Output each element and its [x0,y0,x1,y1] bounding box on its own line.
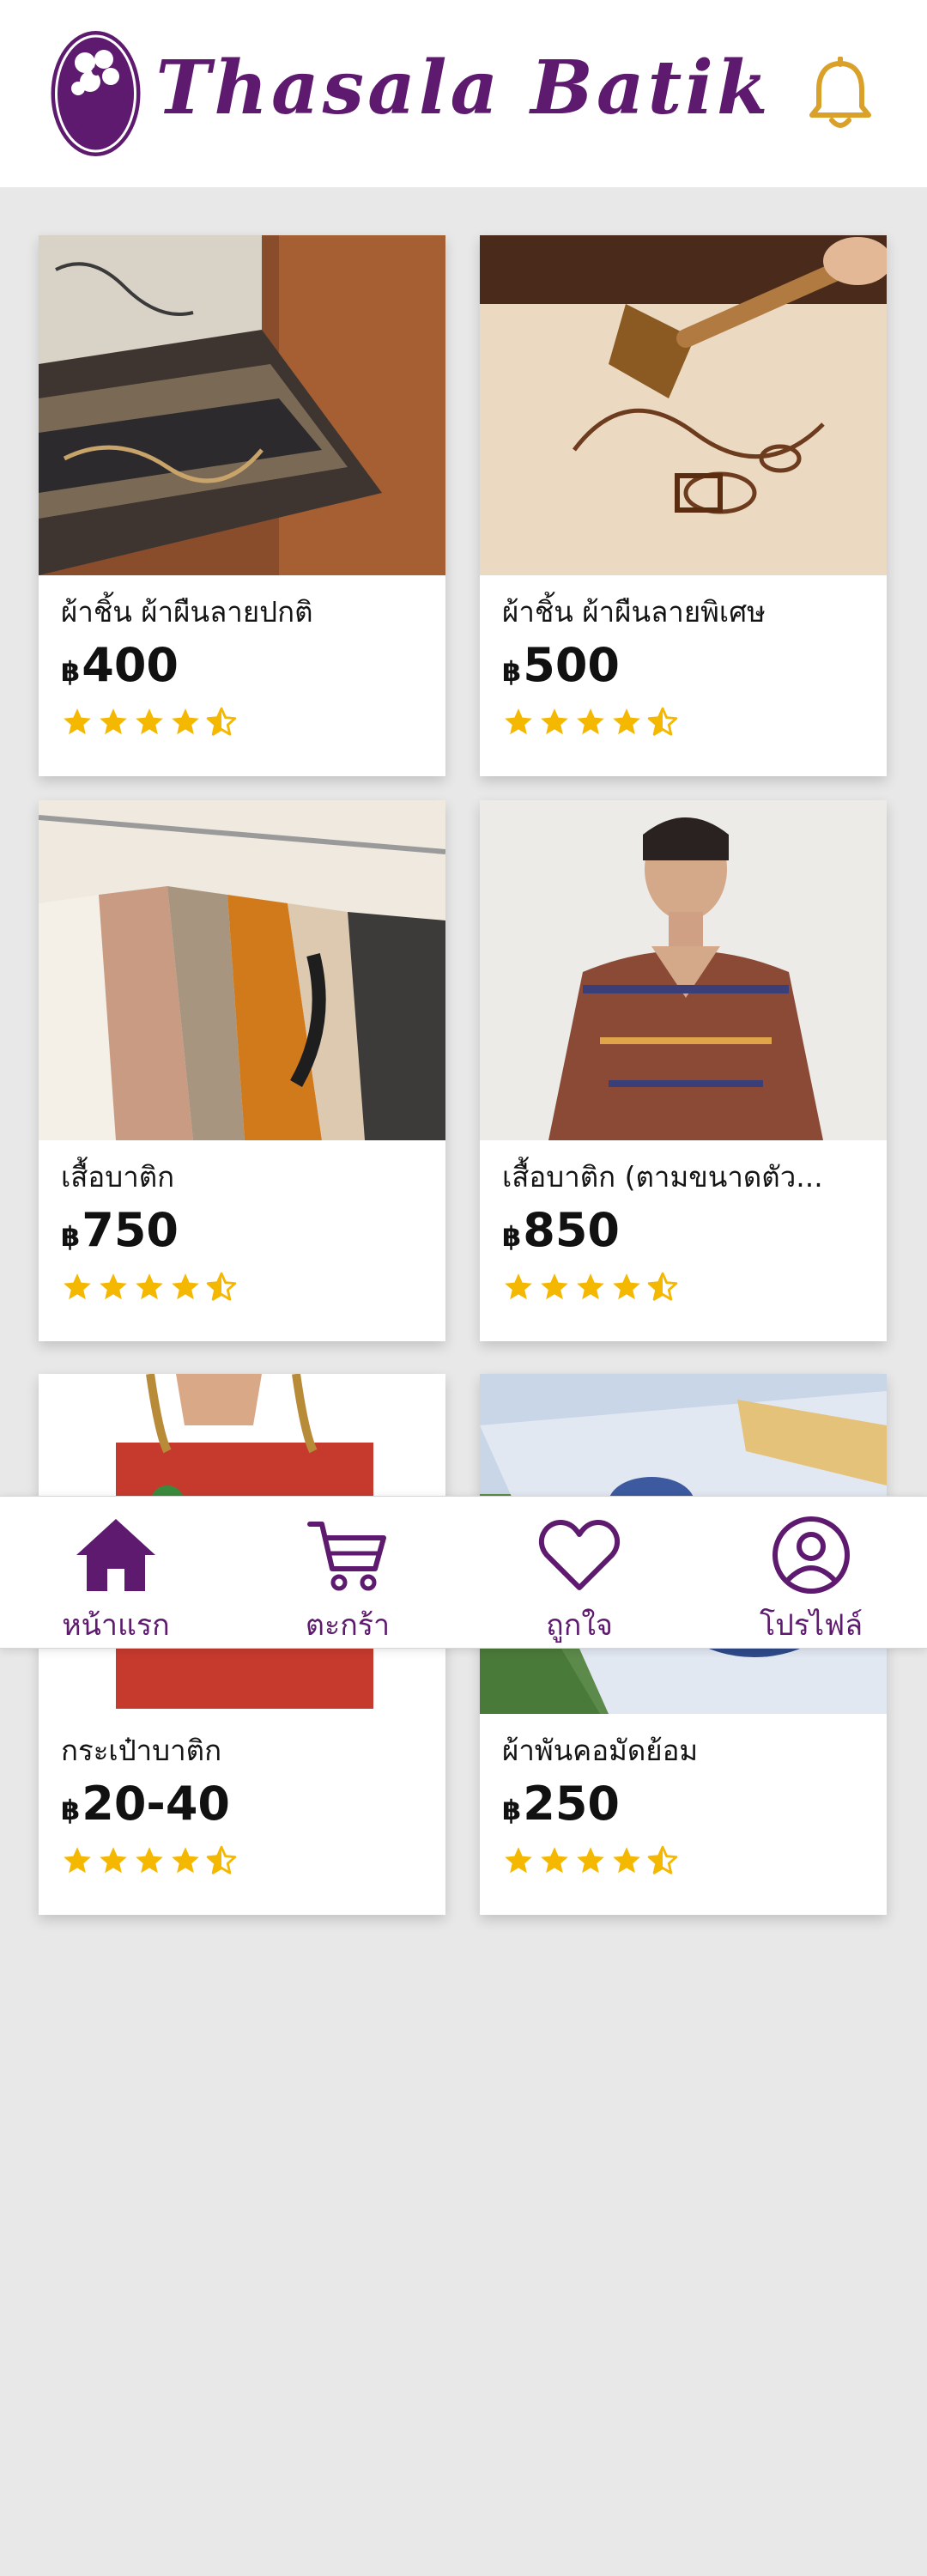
star-half-icon [647,707,678,736]
product-name: กระเป๋าบาติก [61,1734,222,1767]
star-half-icon [647,1845,678,1874]
star-half-icon [206,707,237,736]
currency-symbol: ฿ [502,655,522,688]
product-name: ผ้าพันคอมัดย้อม [502,1734,699,1767]
product-name: ผ้าชิ้น ผ้าผืนลายพิเศษ [502,595,766,629]
price-value: 20-40 [82,1777,230,1831]
product-card[interactable]: ผ้าชิ้น ผ้าผืนลายปกติ ฿ 400 [39,235,445,776]
star-full-icon [172,1847,199,1874]
star-full-icon [172,708,199,735]
nav-home[interactable]: หน้าแรก [0,1497,232,1649]
nav-cart[interactable]: ตะกร้า [232,1497,464,1649]
product-image-model-batik-shirt [480,800,887,1140]
star-half-icon [206,1272,237,1301]
price-value: 850 [523,1203,620,1257]
star-full-icon [541,1273,568,1300]
product-name: ผ้าชิ้น ผ้าผืนลายปกติ [61,595,313,629]
rating-stars [61,1844,238,1877]
star-half-icon [647,1272,678,1301]
star-full-icon [613,1273,640,1300]
star-full-icon [64,1847,91,1874]
bottom-nav: หน้าแรก ตะกร้า ถูกใจ โปรไฟล์ [0,1496,927,1649]
product-card[interactable]: เสื้อบาติก ฿ 750 [39,800,445,1341]
app-header: Thasala Batik [0,0,927,187]
rating-stars [502,1844,679,1877]
product-card[interactable]: ผ้าชิ้น ผ้าผืนลายพิเศษ ฿ 500 [480,235,887,776]
star-full-icon [136,708,163,735]
nav-label-profile: โปรไฟล์ [759,1608,863,1643]
app-title: Thasala Batik [155,45,772,131]
star-full-icon [136,1847,163,1874]
star-full-icon [577,1847,604,1874]
product-image-fabric-stack [39,235,445,575]
star-full-icon [100,1273,127,1300]
product-card[interactable]: เสื้อบาติก (ตามขนาดตัว... ฿ 850 [480,800,887,1341]
currency-symbol: ฿ [502,1220,522,1253]
product-name: เสื้อบาติก (ตามขนาดตัว... [502,1160,823,1194]
star-full-icon [505,1273,532,1300]
product-price: ฿ 750 [61,1207,179,1254]
star-full-icon [505,708,532,735]
rating-stars [502,706,679,738]
price-value: 400 [82,638,179,692]
cart-icon [307,1522,386,1591]
star-full-icon [577,1273,604,1300]
star-full-icon [136,1273,163,1300]
nav-label-favorites: ถูกใจ [546,1608,613,1643]
nav-profile[interactable]: โปรไฟล์ [695,1497,927,1649]
rating-stars [502,1271,679,1303]
rating-stars [61,1271,238,1303]
nav-favorites[interactable]: ถูกใจ [464,1497,695,1649]
nav-label-cart: ตะกร้า [305,1608,391,1643]
currency-symbol: ฿ [61,1220,81,1253]
product-name: เสื้อบาติก [61,1160,175,1194]
star-half-icon [206,1845,237,1874]
currency-symbol: ฿ [502,1794,522,1826]
star-full-icon [505,1847,532,1874]
star-full-icon [577,708,604,735]
star-full-icon [172,1273,199,1300]
product-image-batik-painting [480,235,887,575]
profile-icon [772,1516,850,1594]
star-full-icon [613,1847,640,1874]
product-image-shirts-rack [39,800,445,1140]
star-full-icon [100,1847,127,1874]
price-value: 750 [82,1203,179,1257]
star-full-icon [541,1847,568,1874]
heart-icon [538,1520,621,1590]
product-price: ฿ 500 [502,642,620,689]
star-full-icon [541,708,568,735]
currency-symbol: ฿ [61,1794,81,1826]
price-value: 250 [523,1777,620,1831]
home-icon [76,1519,155,1591]
product-price: ฿ 20-40 [61,1781,230,1827]
nav-label-home: หน้าแรก [62,1608,170,1643]
star-full-icon [64,1273,91,1300]
bell-icon[interactable] [804,57,876,132]
product-price: ฿ 400 [61,642,179,689]
star-full-icon [613,708,640,735]
rating-stars [61,706,238,738]
currency-symbol: ฿ [61,655,81,688]
product-price: ฿ 850 [502,1207,620,1254]
product-price: ฿ 250 [502,1781,620,1827]
price-value: 500 [523,638,620,692]
star-full-icon [100,708,127,735]
star-full-icon [64,708,91,735]
